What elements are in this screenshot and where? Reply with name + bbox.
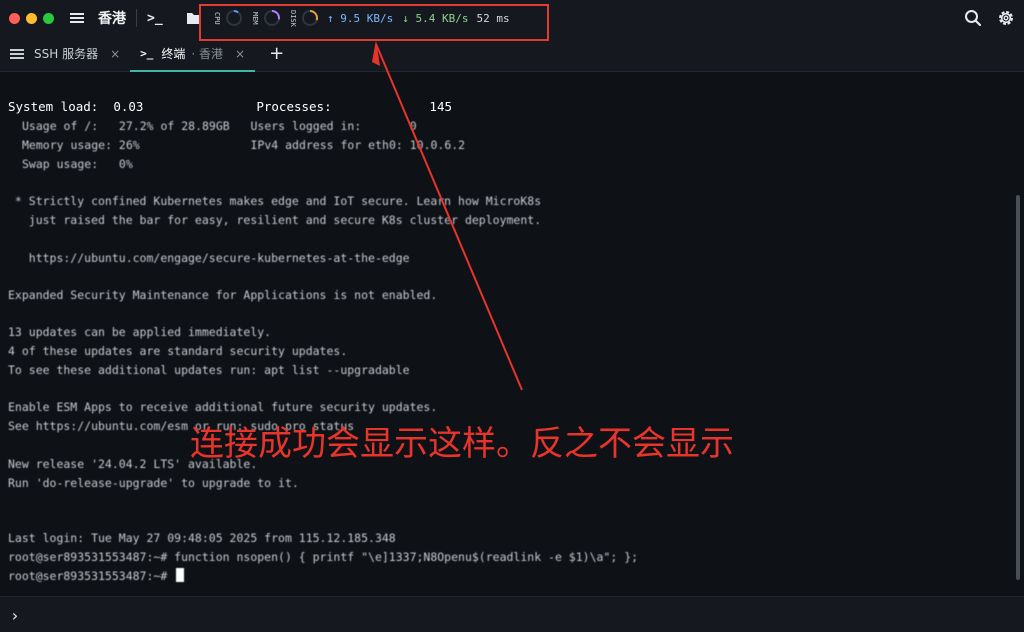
terminal-output[interactable]: System load: 0.03 Processes: 145 Usage o… [0, 72, 1012, 594]
terminal-line: System load: 0.03 Processes: 145 [8, 99, 453, 114]
terminal-line: 4 of these updates are standard security… [8, 344, 348, 358]
terminal-line: Last login: Tue May 27 09:48:05 2025 fro… [8, 531, 396, 545]
command-input-prompt[interactable]: › [10, 606, 20, 625]
terminal-line: root@ser893531553487:~# [8, 569, 175, 583]
terminal-prompt-icon: >_ [140, 47, 154, 60]
terminal-line: Run 'do-release-upgrade' to upgrade to i… [8, 476, 299, 490]
tab-label: SSH 服务器 [34, 47, 99, 61]
add-tab-button[interactable]: + [255, 36, 298, 71]
tab-ssh-servers[interactable]: SSH 服务器 × [0, 36, 130, 71]
terminal-prompt-icon[interactable]: >_ [147, 11, 163, 26]
app-window: 香港 >_ CPU MEM DISK ↑ 9.5 KB/s ↓ 5.4 KB/s [0, 0, 1024, 632]
gear-icon[interactable] [996, 8, 1016, 28]
text-cursor [176, 568, 185, 582]
maximize-window-button[interactable] [43, 12, 54, 24]
window-title: 香港 [98, 11, 126, 27]
disk-gauge [302, 10, 318, 26]
tab-close-button[interactable]: × [235, 47, 245, 61]
mem-label: MEM [251, 11, 259, 25]
minimize-window-button[interactable] [26, 12, 37, 24]
terminal-line: just raised the bar for easy, resilient … [8, 213, 542, 227]
upload-speed: ↑ 9.5 KB/s [327, 11, 394, 25]
tab-host-label: · 香港 [191, 47, 224, 61]
terminal-prompt-line: root@ser893531553487:~# [8, 568, 185, 584]
scrollbar-thumb[interactable] [1016, 195, 1020, 580]
mem-gauge [264, 10, 280, 26]
tab-close-button[interactable]: × [110, 47, 120, 61]
terminal-line: Memory usage: 26% IPv4 address for eth0:… [22, 138, 466, 152]
tab-bar: SSH 服务器 × >_ 终端 · 香港 × + [0, 36, 1024, 72]
terminal-line: Expanded Security Maintenance for Applic… [8, 288, 438, 302]
latency: 52 ms [476, 11, 510, 25]
title-bar: 香港 >_ CPU MEM DISK ↑ 9.5 KB/s ↓ 5.4 KB/s [0, 0, 1024, 36]
server-list-icon [10, 48, 24, 59]
terminal-line: Swap usage: 0% [22, 157, 133, 171]
tab-terminal[interactable]: >_ 终端 · 香港 × [130, 36, 256, 72]
cpu-label: CPU [213, 11, 221, 25]
terminal-line: * Strictly confined Kubernetes makes edg… [8, 194, 542, 208]
system-monitor: CPU MEM DISK ↑ 9.5 KB/s ↓ 5.4 KB/s 52 ms [205, 4, 545, 32]
terminal-line: Enable ESM Apps to receive additional fu… [8, 400, 438, 414]
terminal-line: root@ser893531553487:~# function nsopen(… [8, 550, 639, 564]
download-speed: ↓ 5.4 KB/s [402, 11, 469, 25]
cpu-gauge [226, 10, 242, 26]
terminal-line: To see these additional updates run: apt… [8, 363, 410, 377]
hamburger-icon[interactable] [68, 9, 86, 27]
terminal-line: Usage of /: 27.2% of 28.89GB Users logge… [22, 119, 417, 133]
terminal-line: 13 updates can be applied immediately. [8, 325, 272, 339]
search-icon[interactable] [963, 8, 983, 28]
close-window-button[interactable] [9, 12, 20, 24]
folder-icon[interactable] [185, 9, 203, 27]
terminal-line: https://ubuntu.com/engage/secure-kuberne… [8, 251, 410, 265]
window-controls [9, 12, 54, 24]
tab-label: 终端 [161, 47, 186, 61]
disk-label: DISK [289, 9, 297, 27]
bottom-bar: › [0, 596, 1024, 632]
annotation-text: 连接成功会显示这样。反之不会显示 [190, 424, 734, 464]
divider [136, 9, 137, 27]
